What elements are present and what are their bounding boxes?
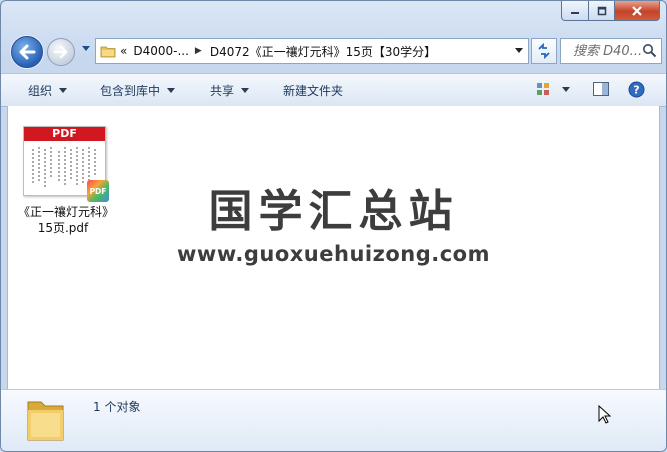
close-button[interactable] (615, 1, 660, 21)
preview-pane-icon (593, 82, 609, 96)
mouse-cursor-icon (598, 405, 612, 424)
maximize-icon (597, 6, 606, 15)
share-label: 共享 (210, 84, 235, 98)
details-pane: 1 个对象 (1, 389, 666, 451)
view-grid-icon (537, 83, 570, 95)
minimize-button[interactable] (561, 1, 589, 21)
folder-icon (27, 401, 64, 441)
minimize-icon (571, 11, 579, 14)
forward-button[interactable] (47, 38, 75, 66)
recent-pages-dropdown-icon[interactable] (81, 45, 91, 53)
back-button[interactable] (11, 36, 43, 68)
organize-label: 组织 (28, 84, 53, 98)
address-bar[interactable]: « D4000-... ▶ D4072《正一禳灯元科》15页【30学分】 (95, 38, 529, 64)
arrow-left-icon (19, 44, 36, 60)
search-icon[interactable] (642, 43, 657, 58)
help-icon: ? (628, 81, 645, 98)
refresh-icon (538, 43, 550, 59)
refresh-button[interactable] (531, 38, 557, 64)
breadcrumb-overflow[interactable]: « (120, 44, 127, 58)
caret-down-icon (59, 88, 68, 93)
search-box[interactable] (560, 38, 662, 64)
search-input[interactable] (571, 42, 647, 60)
navigation-bar: « D4000-... ▶ D4072《正一禳灯元科》15页【30学分】 (7, 34, 662, 68)
include-in-library-menu[interactable]: 包含到库中 (100, 82, 176, 99)
preview-pane-button[interactable] (592, 81, 610, 100)
watermark-url: www.guoxuehuizong.com (177, 242, 490, 266)
new-folder-button[interactable]: 新建文件夹 (283, 82, 343, 99)
close-icon (632, 5, 642, 16)
command-bar: 组织 包含到库中 共享 新建文件夹 ? (1, 73, 666, 107)
watermark: 国学汇总站 www.guoxuehuizong.com (8, 186, 659, 266)
arrow-right-icon (53, 45, 68, 59)
address-dropdown-icon[interactable] (514, 47, 524, 55)
folder-icon (100, 46, 116, 58)
svg-text:?: ? (633, 84, 639, 97)
caret-down-icon (241, 88, 250, 93)
new-folder-label: 新建文件夹 (283, 84, 344, 98)
item-count: 1 个对象 (93, 400, 141, 414)
breadcrumb-separator-icon[interactable]: ▶ (195, 46, 202, 56)
pdf-header-band: PDF (24, 127, 105, 141)
share-menu[interactable]: 共享 (210, 82, 250, 99)
file-list-pane[interactable]: PDF PDF 《正一禳灯元科》15页.pdf 国学汇总站 www.guoxue… (7, 106, 660, 389)
maximize-button[interactable] (589, 1, 615, 21)
include-in-library-label: 包含到库中 (100, 84, 161, 98)
caption-buttons (561, 1, 660, 21)
caret-down-icon (167, 88, 176, 93)
view-options-button[interactable] (536, 81, 570, 100)
breadcrumb-current[interactable]: D4072《正一禳灯元科》15页【30学分】 (210, 43, 436, 60)
help-button[interactable]: ? (628, 81, 645, 101)
organize-menu[interactable]: 组织 (28, 82, 68, 99)
explorer-window: « D4000-... ▶ D4072《正一禳灯元科》15页【30学分】 组织 … (0, 0, 667, 452)
watermark-title: 国学汇总站 (208, 186, 459, 237)
breadcrumb-parent[interactable]: D4000-... (133, 44, 189, 58)
